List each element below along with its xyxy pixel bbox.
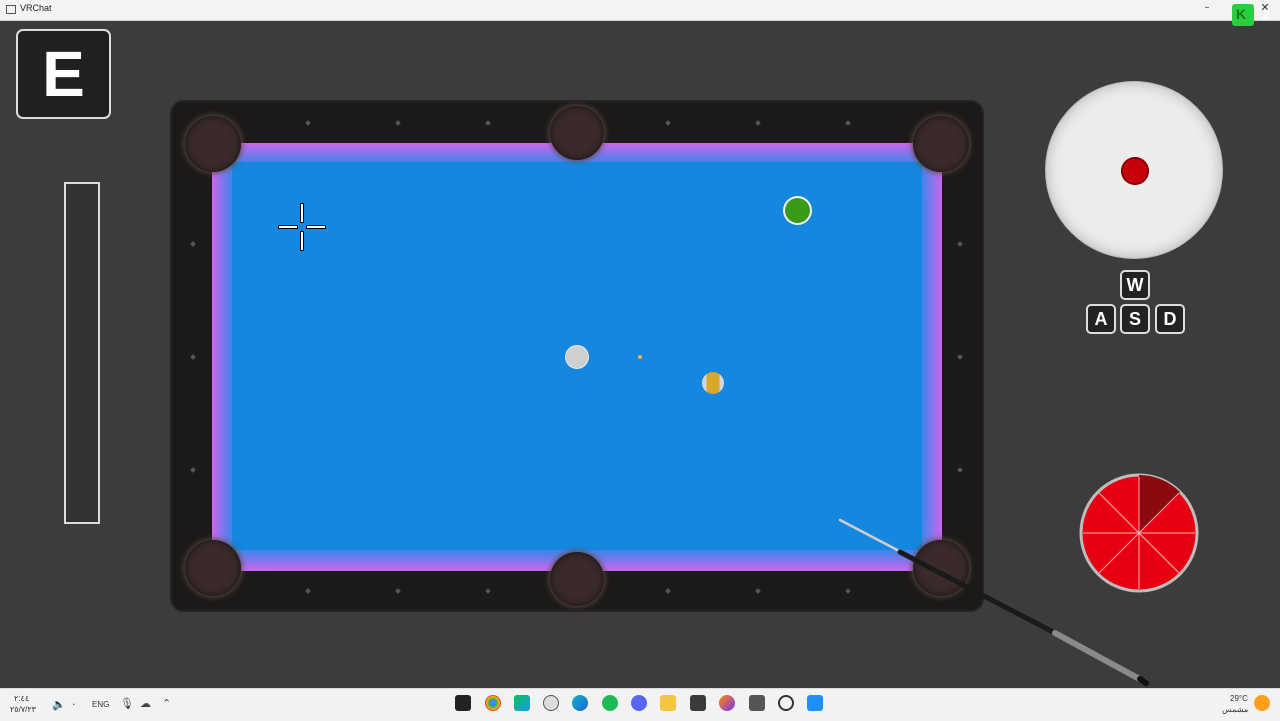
- spotify-icon[interactable]: [602, 695, 618, 711]
- network-icon[interactable]: ·: [72, 698, 76, 711]
- onedrive-icon[interactable]: ☁: [140, 697, 151, 710]
- spin-point-marker[interactable]: [1121, 157, 1149, 185]
- pocket-top-middle: [550, 106, 604, 160]
- chevron-up-icon[interactable]: ⌃: [162, 697, 171, 710]
- shot-power-meter: [64, 182, 100, 524]
- vrchat-app-icon: [6, 5, 16, 14]
- key-s: S: [1120, 304, 1150, 334]
- search-icon[interactable]: [778, 695, 794, 711]
- cue-ball[interactable]: [566, 346, 588, 368]
- copilot-icon[interactable]: [719, 695, 735, 711]
- overlay-count: 2: [1262, 6, 1270, 22]
- microphone-icon[interactable]: 🎙: [120, 697, 134, 710]
- start-windows-icon[interactable]: [807, 695, 823, 711]
- pocket-bottom-right: [913, 540, 969, 596]
- window-titlebar: VRChat – ✕: [0, 0, 1280, 21]
- pocket-top-right: [913, 116, 969, 172]
- key-d: D: [1155, 304, 1185, 334]
- pocket-bottom-left: [185, 540, 241, 596]
- vrchat-taskbar-icon[interactable]: [455, 695, 471, 711]
- discord-icon[interactable]: [631, 695, 647, 711]
- overlay-k-icon[interactable]: K: [1232, 4, 1254, 26]
- edge-icon[interactable]: [572, 695, 588, 711]
- minimize-icon[interactable]: –: [1200, 2, 1214, 13]
- weather-temperature: 29°C: [1230, 694, 1248, 703]
- chrome-icon[interactable]: [485, 695, 501, 711]
- weather-sun-icon[interactable]: [1254, 695, 1270, 711]
- pocket-bottom-middle: [550, 552, 604, 606]
- steam-icon[interactable]: [543, 695, 559, 711]
- key-a: A: [1086, 304, 1116, 334]
- play-store-icon[interactable]: [514, 695, 530, 711]
- task-view-icon[interactable]: [749, 695, 765, 711]
- taskbar-date: ٢٥/٧/٢٣: [10, 705, 36, 714]
- key-w: W: [1120, 270, 1150, 300]
- speaker-icon[interactable]: 🔈: [52, 698, 66, 711]
- window-title: VRChat: [20, 3, 52, 13]
- taskbar-time: ٢:٤٤: [14, 694, 30, 703]
- striped-ball: [702, 372, 724, 394]
- weather-condition: مشمس: [1222, 705, 1249, 714]
- file-explorer-icon[interactable]: [660, 695, 676, 711]
- aim-target-dot: [638, 355, 642, 359]
- shot-angle-wheel[interactable]: [1079, 473, 1199, 593]
- microsoft-store-icon[interactable]: [690, 695, 706, 711]
- crosshair-cursor-icon: [278, 203, 326, 251]
- language-indicator[interactable]: ENG: [92, 700, 109, 709]
- green-ball: [785, 198, 810, 223]
- interact-key-e: E: [16, 29, 111, 119]
- pocket-top-left: [185, 116, 241, 172]
